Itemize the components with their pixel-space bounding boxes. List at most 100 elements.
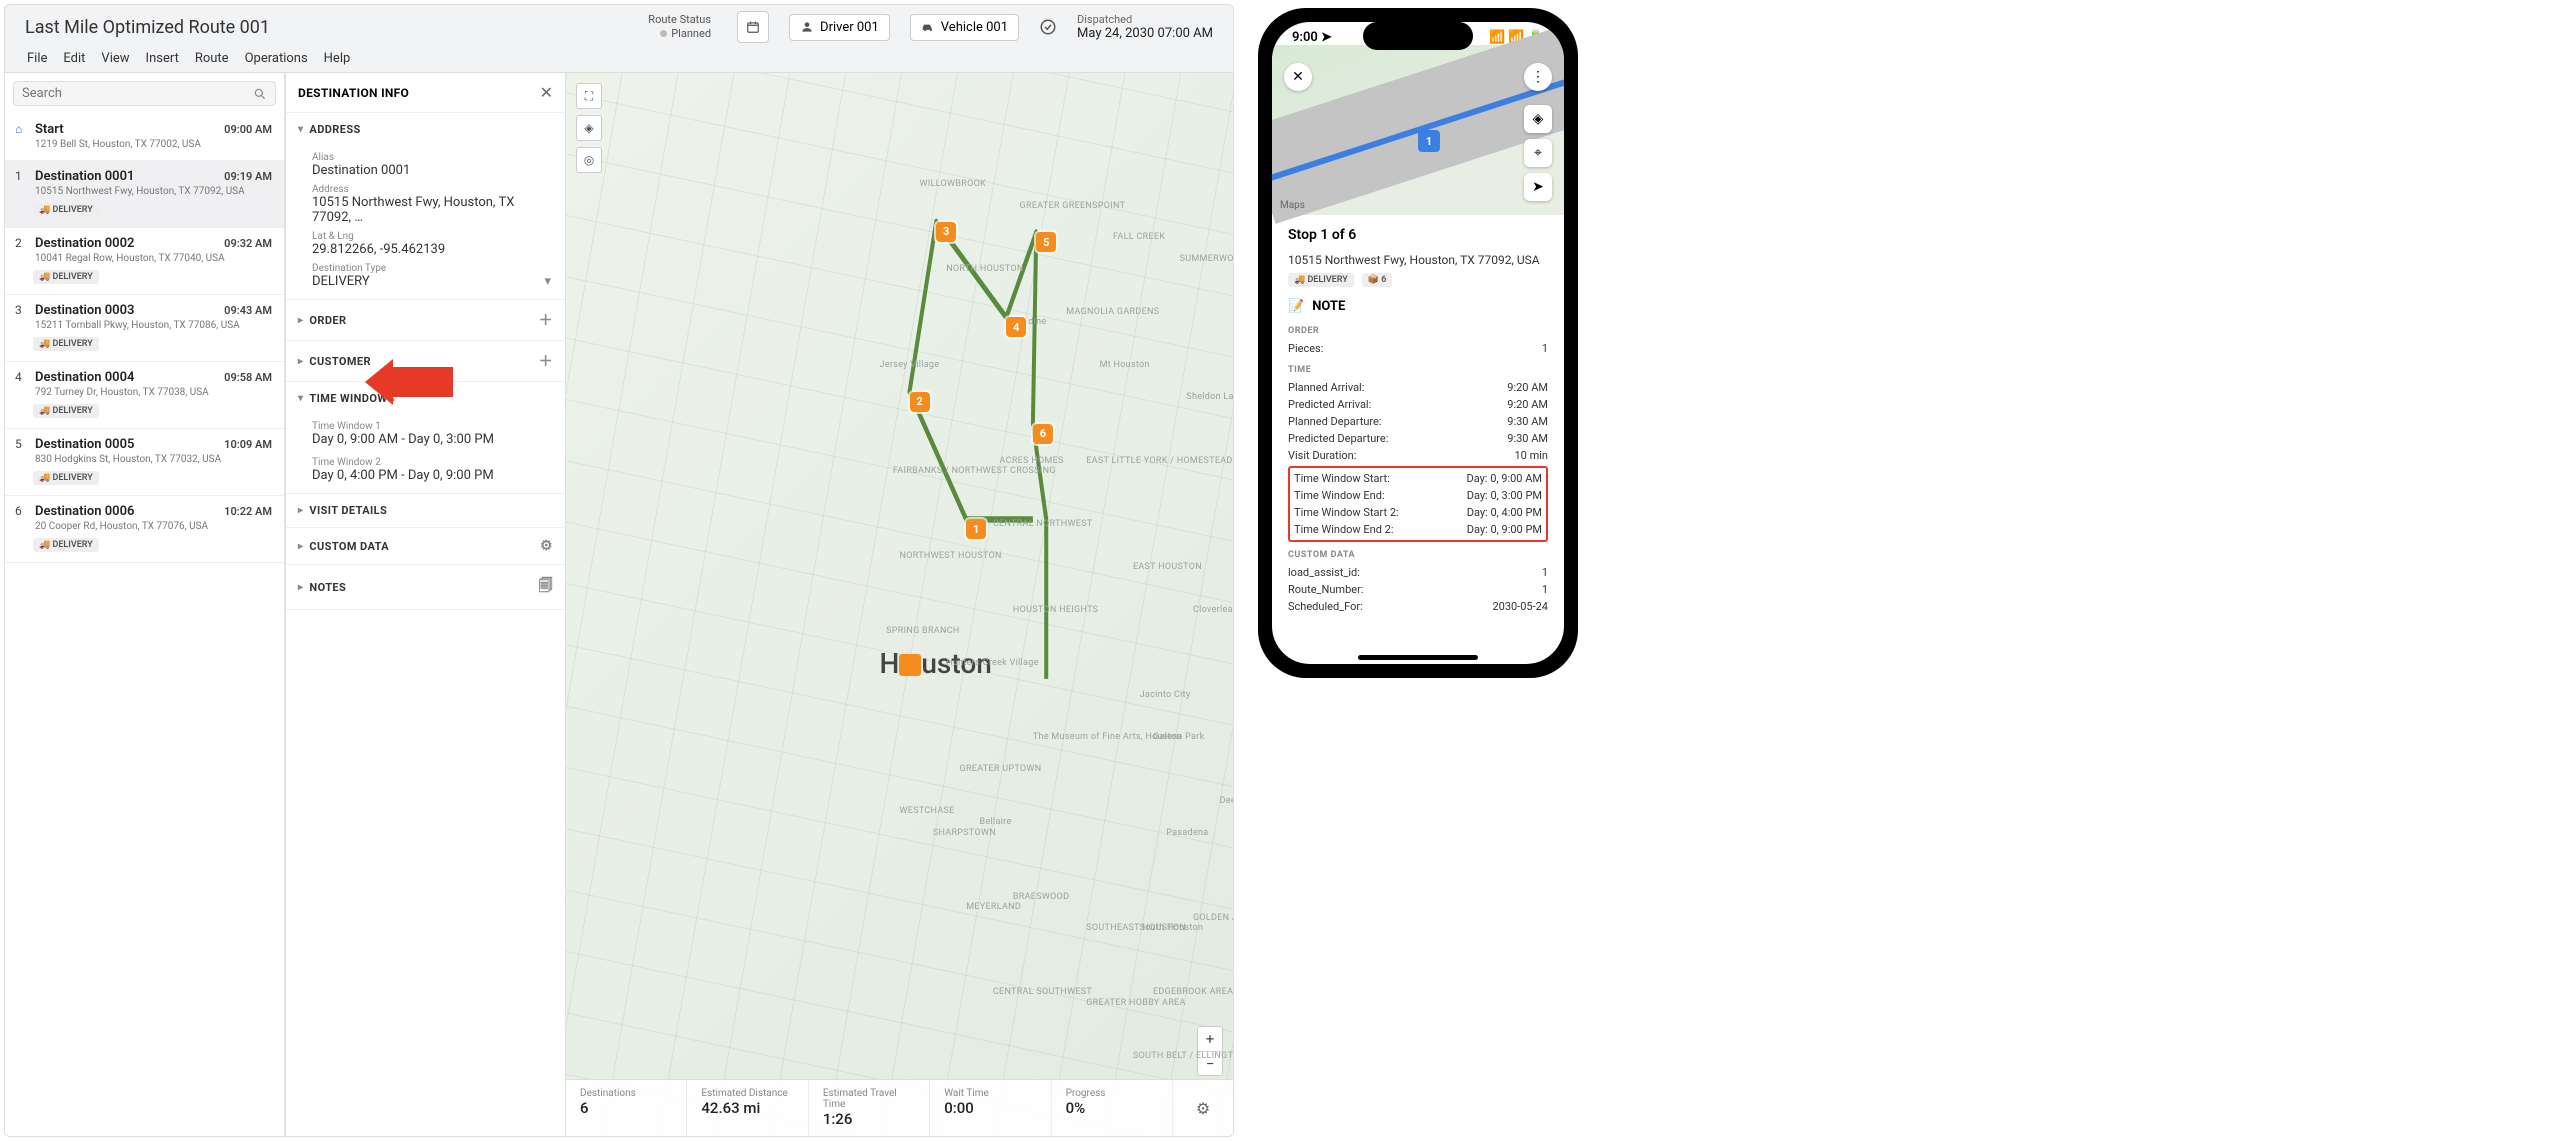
map-label: MEYERLAND [966,902,1021,912]
section-address[interactable]: ▾ADDRESS [286,113,565,146]
phone-map[interactable]: 1 ✕ ⋮ ◈ ⌖ ➤ Maps [1272,45,1564,215]
add-icon[interactable]: ＋ [539,310,553,330]
detail-row: Route_Number:1 [1288,581,1548,598]
route-status: Route Status Planned [648,13,711,42]
map-label: SHARPSTOWN [933,828,996,838]
section-time-windows[interactable]: ▾TIME WINDOWS [286,382,565,415]
map-marker[interactable]: 6 [1033,424,1053,444]
stops-sidebar: ⌂ Start 09:00 AM 1219 Bell St, Houston, … [5,73,285,1136]
topbar: Last Mile Optimized Route 001 Route Stat… [5,5,1233,73]
map-label: Hunters Creek Village [946,658,1038,668]
map-view[interactable]: ⛶ ◈ ◎ Huston + − Destinations6Estimated … [565,73,1233,1136]
layers-icon[interactable]: ◈ [576,115,602,141]
map-label: SUMMERWOOD [1180,254,1233,264]
map-label: Jacinto City [1140,690,1191,700]
route-summary-bar: Destinations6Estimated Distance42.63 miE… [566,1079,1233,1136]
stop-item[interactable]: 5 Destination 0005 10:09 AM 830 Hodgkins… [5,429,284,496]
vehicle-pill[interactable]: Vehicle 001 [910,14,1019,41]
time-window-highlight: Time Window Start:Day: 0, 9:00 AMTime Wi… [1288,466,1548,542]
map-label: SPRING BRANCH [886,626,959,636]
map-label: GREATER GREENSPOINT [1020,201,1126,211]
menu-edit[interactable]: Edit [63,51,85,66]
map-marker[interactable]: 5 [1036,232,1056,252]
map-label: CENTRAL SOUTHWEST [993,987,1092,997]
map-label: EAST HOUSTON [1133,562,1202,572]
phone-badges: 🚚 DELIVERY📦 6 [1288,273,1548,287]
stop-item[interactable]: ⌂ Start 09:00 AM 1219 Bell St, Houston, … [5,114,284,161]
note-button[interactable]: 📝 NOTE [1288,299,1548,314]
map-label: The Museum of Fine Arts, Houston [1033,732,1182,742]
detail-row: Time Window Start:Day: 0, 9:00 AM [1294,470,1542,487]
map-label: EAST LITTLE YORK / HOMESTEAD [1086,456,1232,466]
phone-address: 10515 Northwest Fwy, Houston, TX 77092, … [1288,253,1548,267]
gear-icon[interactable]: ⚙ [540,538,553,554]
menu-insert[interactable]: Insert [146,51,179,66]
center-icon[interactable]: ⌖ [1524,139,1552,167]
close-icon[interactable]: ✕ [540,83,553,102]
search-input[interactable] [22,86,253,101]
map-marker[interactable]: 4 [1006,317,1026,337]
detail-row: Scheduled_For:2030-05-24 [1288,598,1548,615]
dispatched-info: Dispatched May 24, 2030 07:00 AM [1077,13,1213,41]
map-label: MAGNOLIA GARDENS [1066,307,1159,317]
map-label: HOUSTON HEIGHTS [1013,605,1098,615]
map-label: FAIRBANKS / NORTHWEST CROSSING [893,466,1056,476]
zoom-in[interactable]: + [1198,1027,1222,1051]
map-label: NORTHWEST HOUSTON [900,551,1002,561]
map-label: NORTH HOUSTON [946,264,1023,274]
home-indicator[interactable] [1358,655,1478,660]
map-label: WESTCHASE [900,806,955,816]
menu-operations[interactable]: Operations [245,51,308,66]
section-custom-data[interactable]: ▸CUSTOM DATA⚙ [286,528,565,564]
stop-item[interactable]: 1 Destination 0001 09:19 AM 10515 Northw… [5,161,284,228]
menu-route[interactable]: Route [195,51,229,66]
section-order[interactable]: ▸ORDER＋ [286,300,565,340]
map-label: South Houston [1140,923,1204,933]
stop-counter: Stop 1 of 6 [1288,227,1548,243]
gear-icon[interactable]: ⚙ [1173,1080,1233,1136]
summary-cell: Estimated Travel Time1:26 [809,1080,930,1136]
menu-file[interactable]: File [27,51,47,66]
map-marker[interactable]: 3 [936,222,956,242]
close-icon[interactable]: ✕ [1284,63,1312,91]
search-icon [253,87,267,101]
stop-item[interactable]: 4 Destination 0004 09:58 AM 792 Turney D… [5,362,284,429]
phone-detail-body[interactable]: Stop 1 of 6 10515 Northwest Fwy, Houston… [1272,215,1564,649]
destination-info-panel: DESTINATION INFO ✕ ▾ADDRESS Alias Destin… [285,73,565,1136]
section-customer[interactable]: ▸CUSTOMER＋ [286,341,565,381]
chevron-down-icon[interactable]: ▾ [544,274,551,289]
map-marker[interactable]: 2 [910,392,930,412]
map-label: GREATER HOBBY AREA [1086,998,1185,1008]
fullscreen-icon[interactable]: ⛶ [576,83,602,109]
more-icon[interactable]: ⋮ [1524,63,1552,91]
detail-row: Planned Departure:9:30 AM [1288,413,1548,430]
summary-cell: Destinations6 [566,1080,687,1136]
map-pin-1[interactable]: 1 [1418,130,1440,152]
summary-cell: Wait Time0:00 [930,1080,1051,1136]
stop-item[interactable]: 6 Destination 0006 10:22 AM 20 Cooper Rd… [5,496,284,563]
driver-pill[interactable]: Driver 001 [789,14,890,41]
stop-item[interactable]: 3 Destination 0003 09:43 AM 15211 Tombal… [5,295,284,362]
map-marker[interactable]: 1 [966,519,986,539]
section-visit-details[interactable]: ▸VISIT DETAILS [286,494,565,527]
add-icon[interactable]: ＋ [539,351,553,371]
menu-help[interactable]: Help [324,51,351,66]
section-notes[interactable]: ▸NOTES🗐 [286,565,565,609]
layers-icon[interactable]: ◈ [1524,105,1552,133]
search-bar[interactable] [13,81,276,106]
detail-row: Time Window End:Day: 0, 3:00 PM [1294,487,1542,504]
locate-icon[interactable]: ➤ [1524,173,1552,201]
map-label: SOUTH BELT / ELLINGTON [1133,1051,1233,1061]
map-label: Bellaire [980,817,1012,827]
target-icon[interactable]: ◎ [576,147,602,173]
detail-row: load_assist_id:1 [1288,564,1548,581]
map-label: GREATER UPTOWN [960,764,1042,774]
map-label: BRAESWOOD [1013,892,1069,902]
menu-view[interactable]: View [101,51,129,66]
map-label: Cloverleaf [1193,605,1233,615]
route-title: Last Mile Optimized Route 001 [25,17,628,38]
calendar-button[interactable] [737,11,769,43]
map-label: FALL CREEK [1113,232,1165,242]
note-icon[interactable]: 🗐 [539,575,553,599]
stop-item[interactable]: 2 Destination 0002 09:32 AM 10041 Regal … [5,228,284,295]
